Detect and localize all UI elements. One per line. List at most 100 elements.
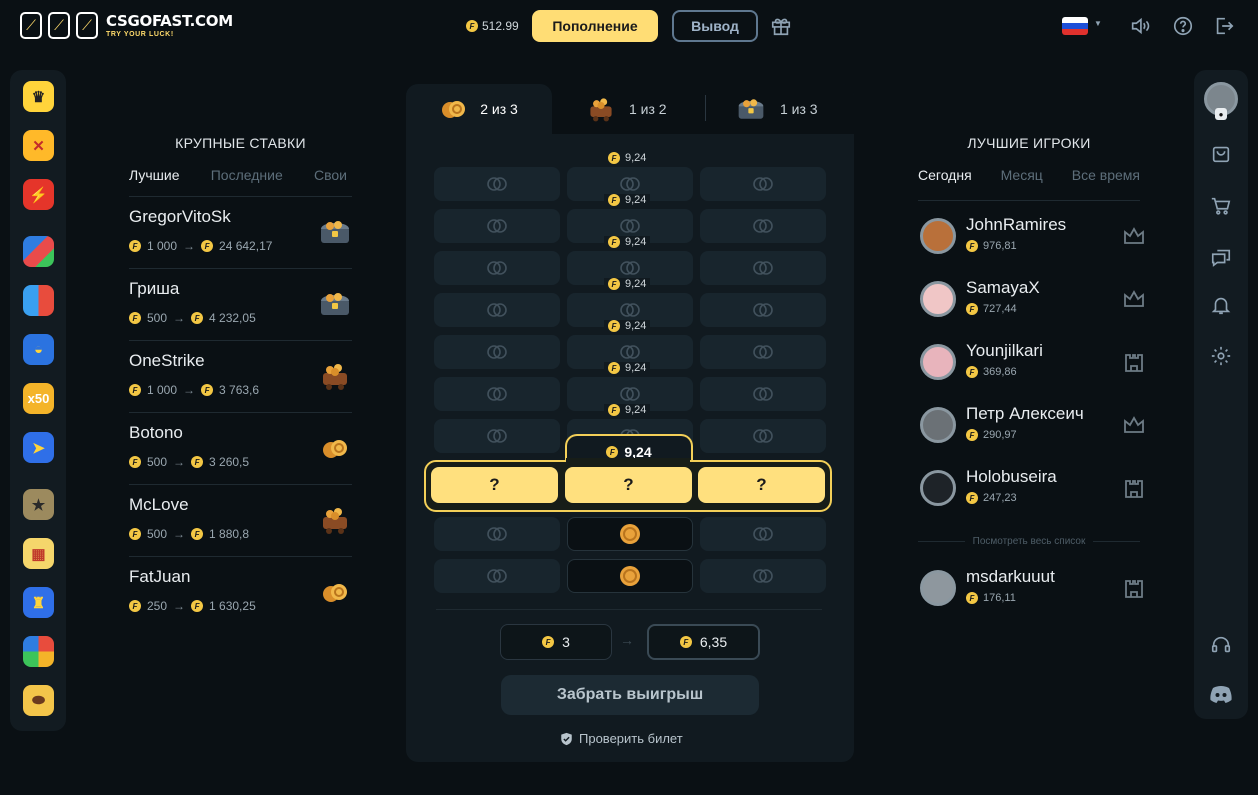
bet-row[interactable]: OneStrike F 1 000 → F 3 763,6 bbox=[129, 341, 352, 413]
player-row[interactable]: Holobuseira F 247,23 bbox=[920, 467, 1143, 526]
withdraw-button[interactable]: Вывод bbox=[672, 10, 758, 42]
bet-row[interactable]: Гриша F 500 → F 4 232,05 bbox=[129, 269, 352, 341]
tower-icon[interactable]: ♜ bbox=[23, 587, 54, 618]
cake-icon[interactable]: ◒ bbox=[23, 334, 54, 365]
coin-icon: F bbox=[191, 456, 204, 468]
verify-ticket-link[interactable]: Проверить билет bbox=[560, 731, 683, 746]
arrow-right-icon: → bbox=[183, 239, 196, 253]
player-row[interactable]: SamayaX F 727,44 bbox=[920, 278, 1144, 337]
help-icon[interactable] bbox=[1171, 14, 1195, 38]
grid-tile bbox=[434, 167, 560, 201]
grid-tile bbox=[700, 293, 826, 327]
bet-row[interactable]: Botono F 500 → F 3 260,5 bbox=[129, 413, 352, 485]
player-name: JohnRamires bbox=[966, 215, 1067, 234]
tab-latest[interactable]: Последние bbox=[211, 167, 283, 183]
slot-machine-icon[interactable]: ▦ bbox=[23, 538, 54, 569]
coin-placeholder-icon bbox=[487, 177, 507, 191]
bet-row[interactable]: McLove F 500 → F 1 880,8 bbox=[129, 485, 352, 557]
tab-label: 1 из 3 bbox=[780, 101, 818, 117]
tab-own[interactable]: Свои bbox=[314, 167, 347, 183]
coin-icon: F bbox=[129, 528, 141, 540]
coins-icon bbox=[323, 584, 347, 602]
pick-tile-1[interactable]: ? bbox=[431, 467, 558, 503]
win-amount: 24 642,17 bbox=[219, 239, 273, 253]
sound-icon[interactable] bbox=[1128, 14, 1152, 38]
crown-rank-icon bbox=[1124, 227, 1144, 244]
coin-placeholder-icon bbox=[620, 387, 640, 401]
see-all-label: Посмотреть весь список bbox=[972, 536, 1086, 547]
gear-icon[interactable] bbox=[1209, 344, 1233, 368]
russian-flag-icon[interactable] bbox=[1062, 17, 1088, 35]
pick-tile-3[interactable]: ? bbox=[698, 467, 825, 503]
tab-2-of-3[interactable]: 2 из 3 bbox=[406, 84, 552, 134]
avatar bbox=[920, 407, 956, 443]
coin-icon: F bbox=[608, 404, 620, 416]
games-sidebar: ♛ ✕ ⚡ ◒ x50 ➤ ★ ▦ ♜ ⬬ bbox=[10, 70, 66, 731]
see-all-link[interactable]: Посмотреть весь список bbox=[918, 536, 1140, 547]
tab-best[interactable]: Лучшие bbox=[129, 167, 179, 183]
football-icon[interactable]: ⬬ bbox=[23, 685, 54, 716]
balance[interactable]: F 512.99 bbox=[466, 19, 519, 33]
cart-icon[interactable] bbox=[1209, 194, 1233, 218]
discord-icon[interactable] bbox=[1209, 683, 1233, 707]
row-multiplier: F 9,24 bbox=[604, 236, 651, 248]
star-icon[interactable]: ★ bbox=[23, 489, 54, 520]
tab-1-of-2[interactable]: 1 из 2 bbox=[585, 84, 667, 134]
paper-plane-icon[interactable]: ➤ bbox=[23, 432, 54, 463]
grid-tile bbox=[434, 377, 560, 411]
crossed-swords-icon[interactable]: ✕ bbox=[23, 130, 54, 161]
tab-label: 2 из 3 bbox=[480, 101, 518, 117]
bet-amount-value: 3 bbox=[562, 634, 570, 650]
headset-icon[interactable] bbox=[1209, 633, 1233, 657]
coin-placeholder-icon bbox=[753, 219, 773, 233]
grid-tile bbox=[434, 335, 560, 369]
coin-placeholder-icon bbox=[487, 303, 507, 317]
pick-tile-2[interactable]: ? bbox=[565, 467, 692, 503]
player-row[interactable]: JohnRamires F 976,81 bbox=[920, 215, 1144, 274]
bet-amount: 1 000 bbox=[147, 383, 178, 397]
bet-row[interactable]: FatJuan F 250 → F 1 630,25 bbox=[129, 557, 352, 629]
grid-tile bbox=[700, 559, 826, 593]
grid-tile bbox=[700, 517, 826, 551]
coin-icon: F bbox=[966, 240, 978, 252]
bet-row[interactable]: GregorVitoSk F 1 000 → F 24 642,17 bbox=[129, 197, 352, 269]
big-bets-title: КРУПНЫЕ СТАВКИ bbox=[175, 135, 306, 151]
big-bets-tabs: Лучшие Последние Свои bbox=[129, 167, 347, 183]
deposit-button[interactable]: Пополнение bbox=[532, 10, 658, 42]
colorful-blocks-icon[interactable] bbox=[23, 236, 54, 267]
tab-today[interactable]: Сегодня bbox=[918, 167, 972, 183]
row-multiplier: F 9,24 bbox=[604, 278, 651, 290]
chat-icon[interactable] bbox=[1209, 245, 1233, 269]
bet-player-name: GregorVitoSk bbox=[129, 207, 231, 226]
grid-tile bbox=[434, 293, 560, 327]
bag-icon[interactable] bbox=[1209, 142, 1233, 166]
treasure-cart-icon bbox=[590, 98, 612, 122]
tab-month[interactable]: Месяц bbox=[1001, 167, 1043, 183]
arrow-right-icon: → bbox=[620, 632, 634, 648]
grid-tile bbox=[434, 517, 560, 551]
gift-icon[interactable] bbox=[769, 14, 793, 38]
coin-icon: F bbox=[542, 636, 555, 648]
tab-all-time[interactable]: Все время bbox=[1072, 167, 1140, 183]
take-winnings-button[interactable]: Забрать выигрыш bbox=[501, 675, 759, 715]
player-row[interactable]: Younjilkari F 369,86 bbox=[920, 341, 1143, 400]
coin-icon: F bbox=[608, 320, 620, 332]
coin-icon: F bbox=[608, 236, 620, 248]
coin-icon: F bbox=[201, 240, 214, 252]
tab-1-of-3[interactable]: 1 из 3 bbox=[734, 84, 818, 134]
lightning-icon[interactable]: ⚡ bbox=[23, 179, 54, 210]
win-amount: 3 763,6 bbox=[219, 383, 260, 397]
grid-tile bbox=[700, 335, 826, 369]
chevron-down-icon[interactable]: ▼ bbox=[1094, 19, 1102, 28]
logout-icon[interactable] bbox=[1212, 14, 1236, 38]
my-player-row[interactable]: msdarkuuut F 176,11 bbox=[920, 567, 1143, 626]
bell-icon[interactable] bbox=[1209, 293, 1233, 317]
crown-icon[interactable]: ♛ bbox=[23, 81, 54, 112]
row-multiplier: F 9,24 bbox=[604, 152, 651, 164]
wheel-icon[interactable] bbox=[23, 636, 54, 667]
shield-game-icon[interactable] bbox=[23, 285, 54, 316]
arrow-right-icon: → bbox=[173, 599, 186, 613]
x50-icon[interactable]: x50 bbox=[23, 383, 54, 414]
logo[interactable]: ⟋ ⟋ ⟋ CSGOFAST.COM TRY YOUR LUCK! bbox=[20, 12, 233, 39]
player-row[interactable]: Петр Алексеич F 290,97 bbox=[920, 404, 1144, 463]
